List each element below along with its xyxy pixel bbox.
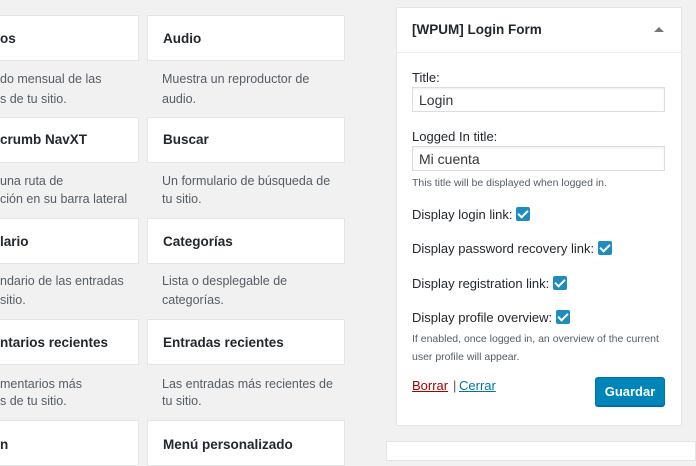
- display-registration-link-option: Display registration link:: [412, 276, 568, 291]
- widget-title: lario: [0, 234, 29, 249]
- widget-card-archivos[interactable]: [0, 15, 139, 61]
- widget-title: os: [0, 31, 16, 46]
- display-recovery-link-label: Display password recovery link:: [412, 241, 595, 256]
- profile-overview-hint: user profile will appear.: [412, 351, 520, 363]
- title-label: Title:: [412, 70, 440, 85]
- widget-title: ntarios recientes: [0, 335, 109, 350]
- widget-title: Entradas recientes: [163, 335, 284, 350]
- widget-description: una ruta de: [0, 174, 64, 188]
- logged-in-title-hint: This title will be displayed when logged…: [412, 177, 607, 189]
- display-registration-link-checkbox[interactable]: [553, 276, 568, 290]
- next-widget-panel[interactable]: [386, 441, 696, 461]
- widget-settings-panel: [WPUM] Login Form Title: Logged In title…: [396, 7, 682, 426]
- widget-panel-header[interactable]: [WPUM] Login Form: [397, 8, 681, 53]
- display-login-link-checkbox[interactable]: [516, 207, 531, 221]
- display-recovery-link-checkbox[interactable]: [598, 241, 613, 255]
- widget-description: Lista o desplegable de: [162, 274, 288, 288]
- display-login-link-option: Display login link:: [412, 207, 531, 222]
- profile-overview-hint: If enabled, once logged in, an overview …: [412, 333, 659, 345]
- save-button[interactable]: Guardar: [595, 377, 665, 406]
- widget-description: tu sitio.: [162, 394, 202, 408]
- widget-description: ndario de las entradas: [0, 274, 124, 288]
- widget-description: s de tu sitio.: [0, 92, 67, 106]
- display-profile-overview-label: Display profile overview:: [412, 310, 553, 325]
- collapse-arrow-icon[interactable]: [651, 22, 667, 38]
- widget-description: audio.: [162, 92, 197, 106]
- widget-title: Menú personalizado: [163, 437, 293, 452]
- display-login-link-label: Display login link:: [412, 207, 513, 222]
- logged-in-title-label: Logged In title:: [412, 129, 498, 144]
- widget-title: Buscar: [163, 132, 209, 147]
- delete-link[interactable]: Borrar: [412, 378, 448, 393]
- widget-description: s de tu sitio.: [0, 394, 67, 408]
- title-input[interactable]: [412, 87, 665, 112]
- widget-description: Un formulario de búsqueda de: [162, 174, 331, 188]
- display-profile-overview-option: Display profile overview:: [412, 310, 571, 325]
- widget-title: crumb NavXT: [0, 132, 88, 147]
- widget-title: Categorías: [163, 234, 233, 249]
- widget-description: Muestra un reproductor de: [162, 72, 310, 86]
- widget-title: Audio: [163, 31, 202, 46]
- widget-panel-title: [WPUM] Login Form: [412, 22, 542, 37]
- widget-description: sitio.: [0, 293, 26, 307]
- close-link[interactable]: Cerrar: [459, 378, 496, 393]
- widget-title: n: [0, 437, 9, 452]
- display-recovery-link-option: Display password recovery link:: [412, 241, 613, 256]
- widget-card-partial[interactable]: [0, 420, 139, 466]
- widget-description: categorías.: [162, 293, 224, 307]
- widget-description: do mensual de las: [0, 72, 102, 86]
- logged-in-title-input[interactable]: [412, 146, 665, 171]
- widget-description: ción en su barra lateral: [0, 192, 128, 206]
- link-separator: |: [453, 378, 457, 393]
- display-registration-link-label: Display registration link:: [412, 276, 550, 291]
- display-profile-overview-checkbox[interactable]: [556, 310, 571, 324]
- widget-description: tu sitio.: [162, 192, 202, 206]
